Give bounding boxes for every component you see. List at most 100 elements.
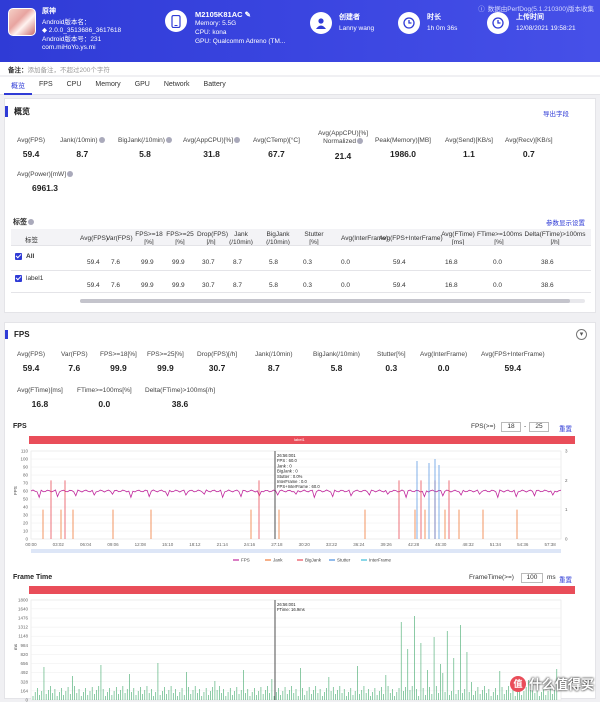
note-input[interactable]: 添加备注，不超过200个字符 [28, 67, 110, 74]
y2-tick-label: 2 [565, 478, 568, 483]
metric-label: Avg(FPS+InterFrame) [481, 351, 545, 358]
metric-value: 1.1 [445, 149, 493, 159]
table-scrollbar[interactable] [80, 299, 585, 303]
y-tick-label: 60 [23, 489, 29, 494]
x-tick-label: 09:06 [107, 542, 119, 547]
col-fps-interframe: Avg(FPS+InterFrame) [379, 235, 443, 242]
labels-title-text: 标签 [13, 219, 27, 226]
note-bar[interactable]: 备注：添加备注，不超过200个字符 [0, 62, 600, 75]
y-tick-label: 0 [25, 698, 28, 702]
help-icon[interactable] [357, 138, 363, 144]
tab-battery[interactable]: Battery [197, 77, 233, 95]
x-tick-label: 51:34 [490, 542, 502, 547]
y-tick-label: 1148 [18, 634, 28, 639]
frametime-chart[interactable]: 016432849265682098411481312147616401800m… [13, 596, 573, 702]
table-cell: 7.6 [111, 259, 120, 266]
param-settings-link[interactable]: 参数显示设置 [546, 217, 585, 227]
fps-metric: FTime>=100ms[%] 0.0 [77, 387, 132, 409]
section-tabs: 概览 FPS CPU Memory GPU Network Battery [0, 77, 600, 95]
col-avg-fps: Avg(FPS) [80, 235, 108, 242]
fps-filter-input-a[interactable]: 18 [501, 422, 521, 432]
x-tick-label: 27:18 [271, 542, 283, 547]
table-cell: 99.9 [172, 282, 185, 289]
help-icon[interactable] [67, 171, 73, 177]
table-cell: 99.9 [141, 282, 154, 289]
tab-cpu[interactable]: CPU [60, 77, 89, 95]
metric-value: 0.0 [77, 399, 132, 409]
fps-metric: Drop(FPS)[/h]30.7 [197, 351, 237, 373]
x-tick-label: 33:22 [326, 542, 338, 547]
fps-chart[interactable]: 01020304050607080901001100123FPS00:0003:… [13, 447, 573, 565]
info-icon: ⓘ [478, 3, 485, 13]
table-cell: 38.6 [541, 282, 554, 289]
y-tick-label: 50 [23, 497, 29, 502]
metric-value: 5.8 [118, 149, 172, 159]
metric-label: FTime>=100ms[%] [77, 387, 132, 394]
metric-jank: Jank(/10min)8.7 [60, 137, 105, 159]
app-version-name: ◆ 2.0.0_3513686_3617618 [42, 27, 121, 36]
metric-avg-fps: Avg(FPS)59.4 [17, 137, 45, 159]
x-tick-label: 06:04 [80, 542, 92, 547]
x-tick-label: 30:20 [299, 542, 311, 547]
frametime-filter-label: FrameTime(>=) [469, 574, 514, 581]
x-tick-label: 21:14 [217, 542, 229, 547]
metric-label: FPS>=18[%] [100, 351, 137, 358]
export-link[interactable]: 导出字段 [543, 108, 569, 118]
tab-memory[interactable]: Memory [88, 77, 127, 95]
tab-network[interactable]: Network [157, 77, 197, 95]
table-cell: 30.7 [202, 259, 215, 266]
metric-value: 0.3 [377, 363, 406, 373]
y-tick-label: 984 [20, 643, 28, 648]
metric-label: FPS>=25[%] [147, 351, 184, 358]
metric-label: Stutter[%] [377, 351, 406, 358]
upload-block: 上传时间 12/08/2021 19:58:21 [487, 12, 576, 34]
frametime-reset-link[interactable]: 重置 [559, 574, 572, 584]
table-cell: 0.3 [303, 282, 312, 289]
help-icon[interactable] [28, 219, 34, 225]
y2-tick-label: 3 [565, 449, 568, 454]
table-cell: 59.4 [393, 259, 406, 266]
labels-title: 标签 [13, 217, 34, 227]
fps-reset-link[interactable]: 重置 [559, 423, 572, 433]
table-row-label[interactable]: label1 [15, 275, 43, 282]
checkbox-icon[interactable] [15, 275, 22, 282]
frametime-chart-title: Frame Time [13, 574, 52, 581]
fps-filter-input-b[interactable]: 25 [529, 422, 549, 432]
metric-peak-memory: Peak(Memory)[MB]1986.0 [375, 137, 431, 159]
edit-icon[interactable]: ✎ [245, 10, 251, 19]
checkbox-icon[interactable] [15, 253, 22, 260]
metric-value: 0.0 [420, 363, 467, 373]
tab-fps[interactable]: FPS [32, 77, 60, 95]
help-icon[interactable] [234, 137, 240, 143]
frametime-label-bar[interactable] [29, 586, 575, 594]
fps-title: FPS [5, 330, 30, 339]
help-icon[interactable] [99, 137, 105, 143]
metric-label: Avg(Recv)[KB/s] [505, 137, 553, 144]
frametime-filter-input[interactable]: 100 [521, 573, 543, 583]
metric-power: Avg(Power)[mW]6961.3 [17, 171, 73, 193]
metric-value: 59.4 [17, 149, 45, 159]
y-tick-label: 328 [20, 679, 28, 684]
x-tick-label: 45:30 [435, 542, 447, 547]
tab-gpu[interactable]: GPU [128, 77, 157, 95]
metric-label: Var(FPS) [61, 351, 88, 358]
device-gpu: GPU: Qualcomm Adreno (TM... [195, 37, 285, 46]
y-tick-label: 1800 [18, 598, 29, 603]
y-tick-label: 1476 [18, 616, 29, 621]
tooltip-line: FPS+InterFrame : 60.0 [277, 484, 320, 489]
label-bar[interactable]: label1 [29, 436, 575, 444]
metric-bigjank: BigJank(/10min)5.8 [118, 137, 172, 159]
collapse-icon[interactable]: ▾ [576, 329, 587, 340]
table-row-label[interactable]: All [15, 253, 34, 260]
table-cell: 8.7 [233, 259, 242, 266]
metric-value: 31.8 [183, 149, 240, 159]
tab-overview[interactable]: 概览 [4, 77, 32, 95]
metric-value: 6961.3 [17, 183, 73, 193]
y-tick-label: 110 [21, 449, 29, 454]
help-icon[interactable] [166, 137, 172, 143]
creator-value: Lanny wang [339, 23, 374, 34]
col-var-fps: Var(FPS) [106, 235, 133, 242]
table-cell: 99.9 [141, 259, 154, 266]
y-tick-label: 30 [23, 513, 29, 518]
metric-label: Peak(Memory)[MB] [375, 137, 431, 144]
